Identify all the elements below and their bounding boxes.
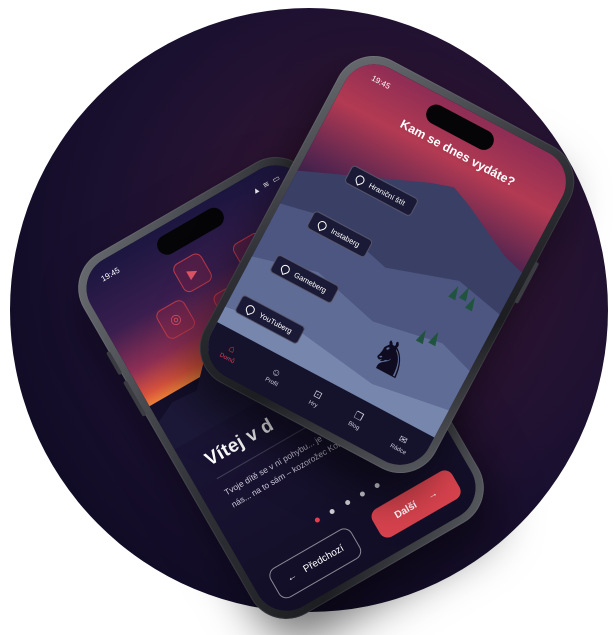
location-pin-icon bbox=[354, 173, 366, 186]
page-dot[interactable] bbox=[358, 490, 366, 498]
page-dot[interactable] bbox=[328, 508, 336, 515]
message-icon: ✉ bbox=[396, 433, 410, 448]
gamepad-icon: ⊡ bbox=[311, 388, 324, 403]
location-pin-icon bbox=[279, 263, 292, 275]
location-pin-icon bbox=[244, 303, 257, 315]
tab-home[interactable]: ⌂ Domů bbox=[218, 342, 241, 365]
next-label: Další bbox=[392, 499, 419, 521]
arrow-left-icon: ← bbox=[284, 569, 299, 585]
tab-label: Domů bbox=[218, 352, 236, 366]
location-pin-icon bbox=[316, 219, 329, 231]
bookmark-icon: ❐ bbox=[351, 409, 365, 424]
arrow-right-icon: → bbox=[425, 487, 440, 502]
page-dot[interactable] bbox=[313, 516, 321, 524]
promo-scene: 19:45 ▲ ≋ ▭ ▶ ◆ ◎ ▶ ♞ Vítej v d Tvoje dí… bbox=[0, 0, 613, 634]
tab-advisor[interactable]: ✉ Rádce bbox=[389, 432, 413, 457]
tab-games[interactable]: ⊡ Hry bbox=[307, 388, 324, 409]
home-icon: ⌂ bbox=[226, 343, 237, 356]
tab-blog[interactable]: ❐ Blog bbox=[347, 410, 366, 432]
tab-profile[interactable]: ☺ Profil bbox=[264, 366, 285, 388]
page-dot[interactable] bbox=[374, 481, 381, 489]
page-dot[interactable] bbox=[343, 499, 351, 507]
